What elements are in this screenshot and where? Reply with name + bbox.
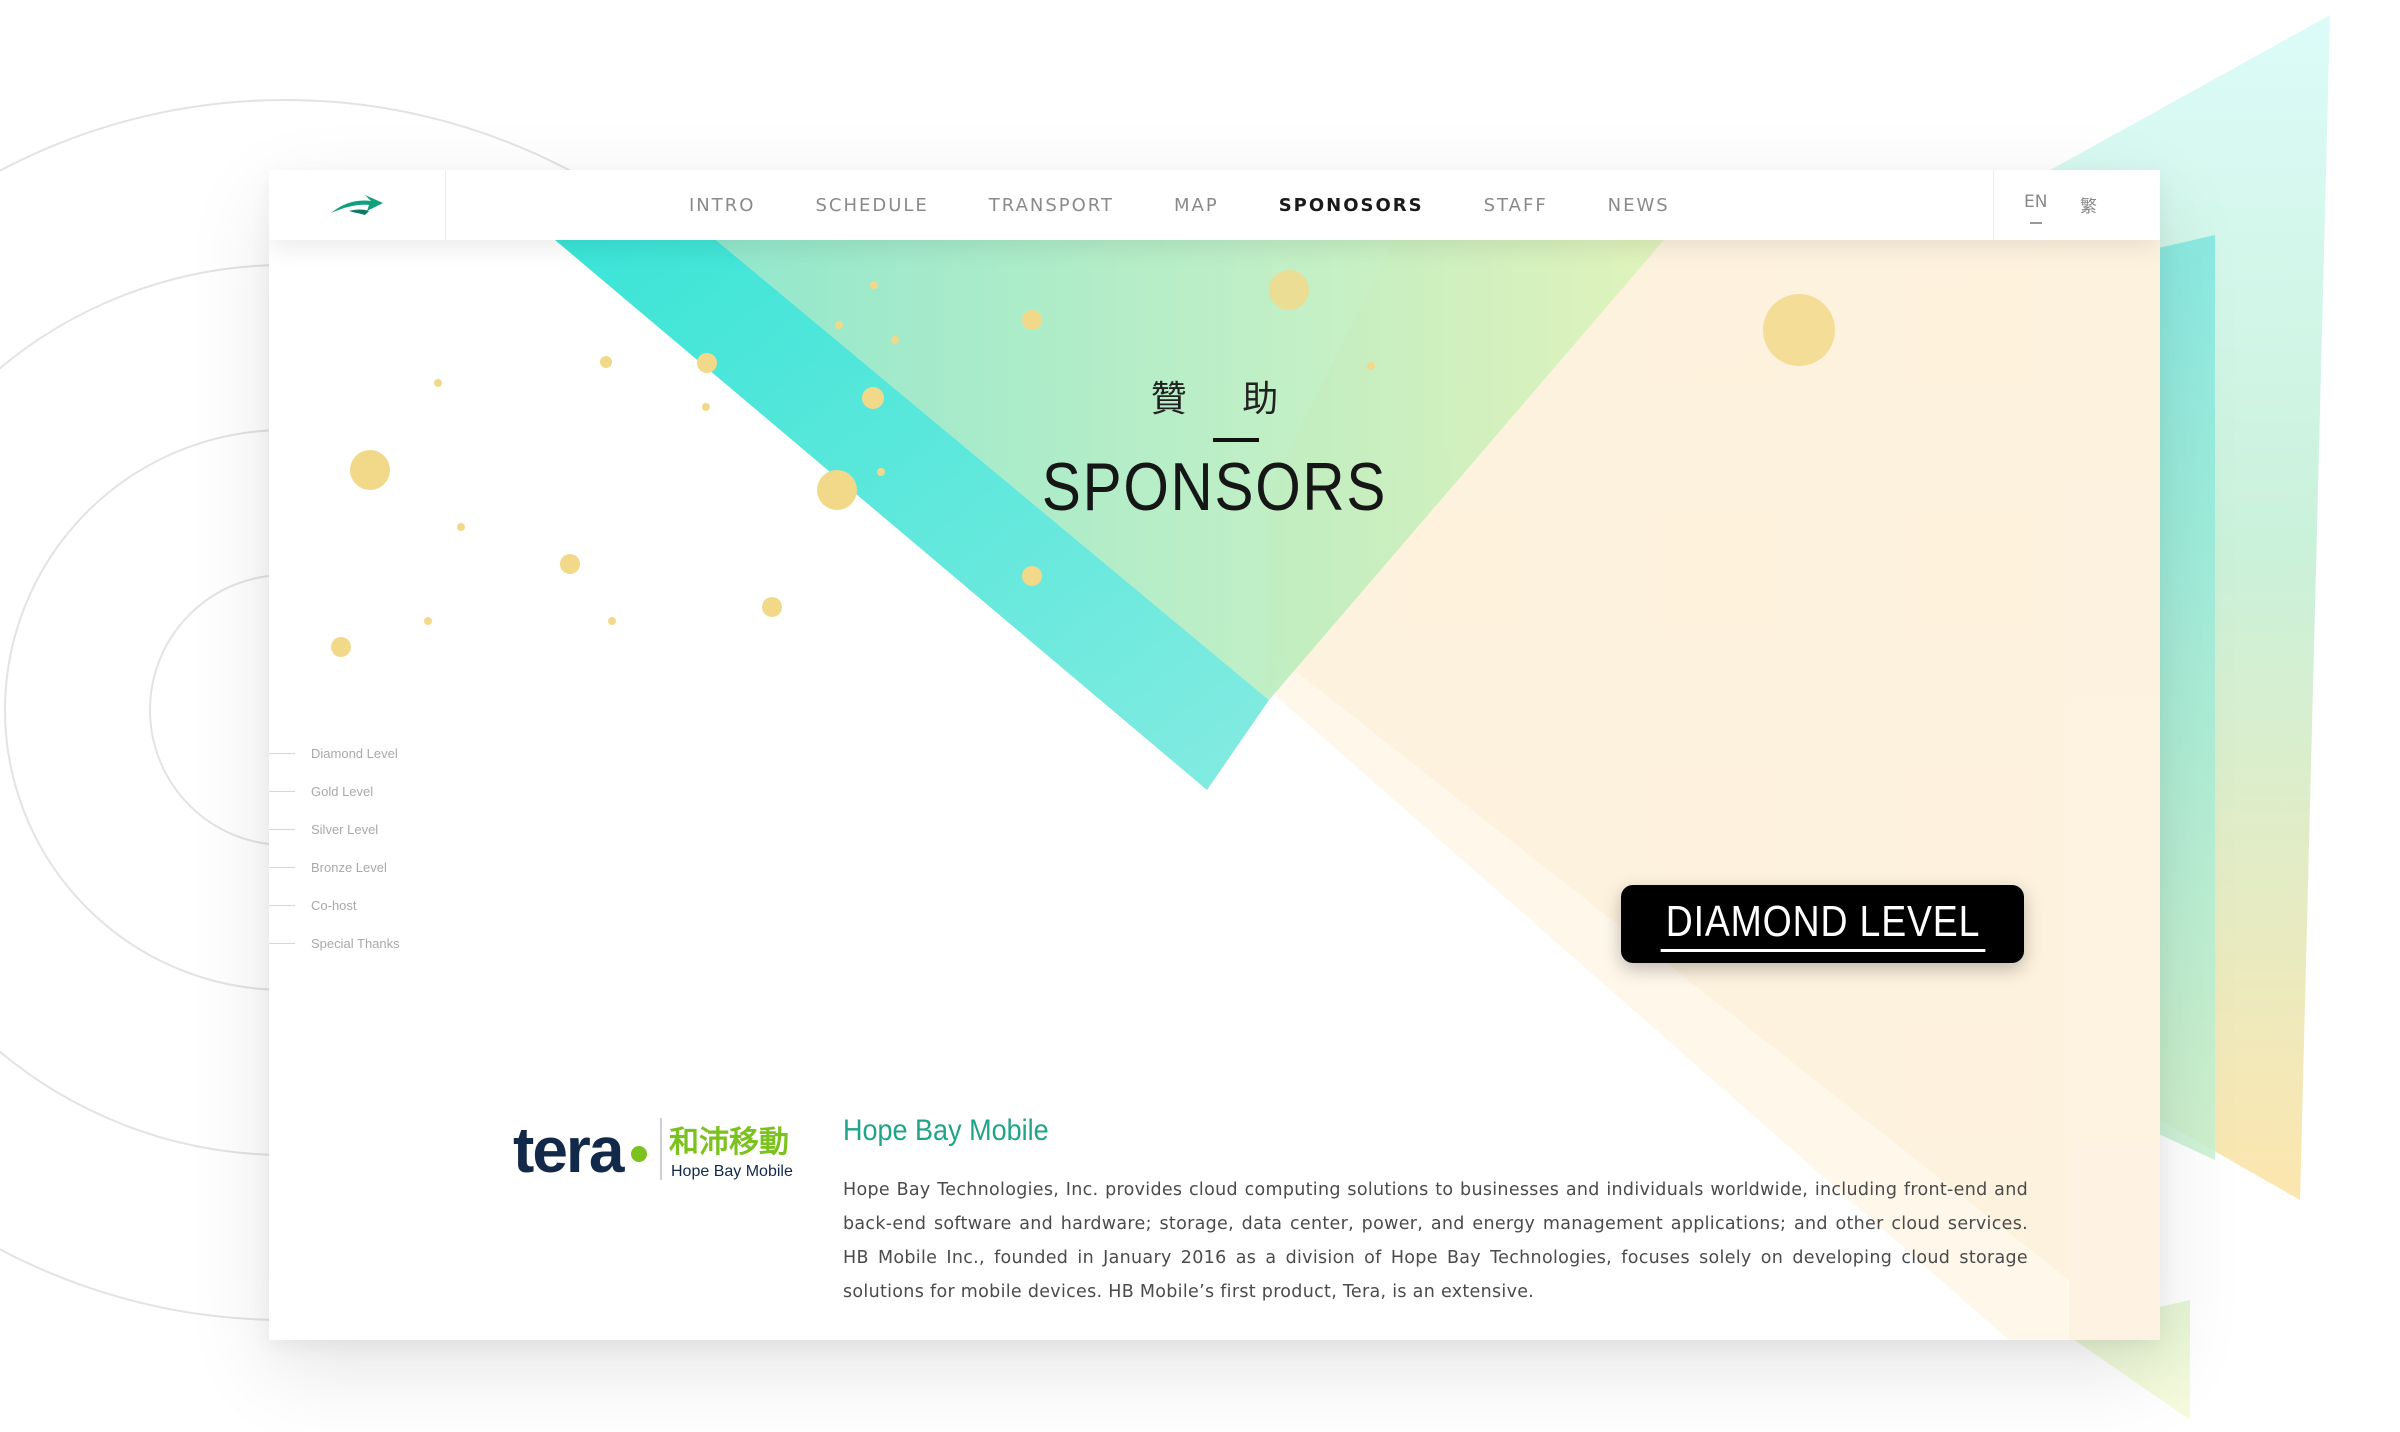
nav-schedule[interactable]: SCHEDULE: [815, 195, 928, 216]
lang-en-button[interactable]: EN: [2024, 192, 2047, 224]
sponsor-description: Hope Bay Technologies, Inc. provides clo…: [843, 1180, 2028, 1302]
side-nav-silver[interactable]: Silver Level: [269, 810, 400, 848]
level-heading: DIAMOND LEVEL: [1660, 897, 1985, 952]
page-title: SPONSORS: [1041, 449, 1388, 525]
home-logo-link[interactable]: [269, 170, 446, 240]
nav-news[interactable]: NEWS: [1608, 195, 1670, 216]
nav-staff[interactable]: STAFF: [1484, 195, 1548, 216]
level-heading-badge: DIAMOND LEVEL: [1621, 885, 2024, 963]
sponsor-logo-cjk: 和沛移動: [669, 1125, 789, 1160]
language-switcher: EN 繁: [1993, 170, 2160, 240]
sponsor-logo[interactable]: tera 和沛移動 Hope Bay Mobile: [513, 1114, 803, 1190]
top-navbar: INTRO SCHEDULE TRANSPORT MAP SPONOSORS S…: [269, 170, 2160, 240]
side-nav-label: Gold Level: [311, 783, 374, 799]
side-nav-marker: [269, 752, 295, 754]
side-nav-cohost[interactable]: Co-host: [269, 886, 400, 924]
nav-map[interactable]: MAP: [1174, 195, 1219, 216]
nav-transport[interactable]: TRANSPORT: [989, 195, 1114, 216]
side-nav-gold[interactable]: Gold Level: [269, 772, 400, 810]
title-divider: [1213, 438, 1259, 442]
nav-intro[interactable]: INTRO: [689, 195, 755, 216]
main-card: INTRO SCHEDULE TRANSPORT MAP SPONOSORS S…: [269, 170, 2160, 1340]
side-nav-diamond[interactable]: Diamond Level: [269, 734, 400, 772]
page-title-zh: 贊 助: [1150, 379, 1301, 420]
main-menu: INTRO SCHEDULE TRANSPORT MAP SPONOSORS S…: [689, 170, 1689, 240]
side-nav-marker: [269, 942, 295, 944]
side-nav-bronze[interactable]: Bronze Level: [269, 848, 400, 886]
side-nav-marker: [269, 866, 295, 868]
sponsor-name: Hope Bay Mobile: [843, 1114, 1049, 1147]
side-nav-label: Bronze Level: [311, 859, 387, 875]
bird-logo-icon: [331, 195, 383, 215]
side-nav-label: Silver Level: [311, 821, 379, 837]
side-nav-marker: [269, 904, 295, 906]
side-nav-marker: [269, 828, 295, 830]
side-nav-marker: [269, 790, 295, 792]
logo-dot: [631, 1146, 647, 1162]
lang-zh-button[interactable]: 繁: [2080, 192, 2097, 217]
side-nav-label: Co-host: [311, 897, 357, 913]
level-side-nav: Diamond Level Gold Level Silver Level Br…: [269, 734, 400, 962]
side-nav-label: Special Thanks: [311, 935, 400, 951]
side-nav-label: Diamond Level: [311, 745, 398, 761]
side-nav-special-thanks[interactable]: Special Thanks: [269, 924, 400, 962]
nav-sponsors[interactable]: SPONOSORS: [1279, 195, 1424, 216]
sponsor-logo-sub: Hope Bay Mobile: [671, 1163, 793, 1180]
sponsor-logo-word: tera: [513, 1114, 625, 1186]
